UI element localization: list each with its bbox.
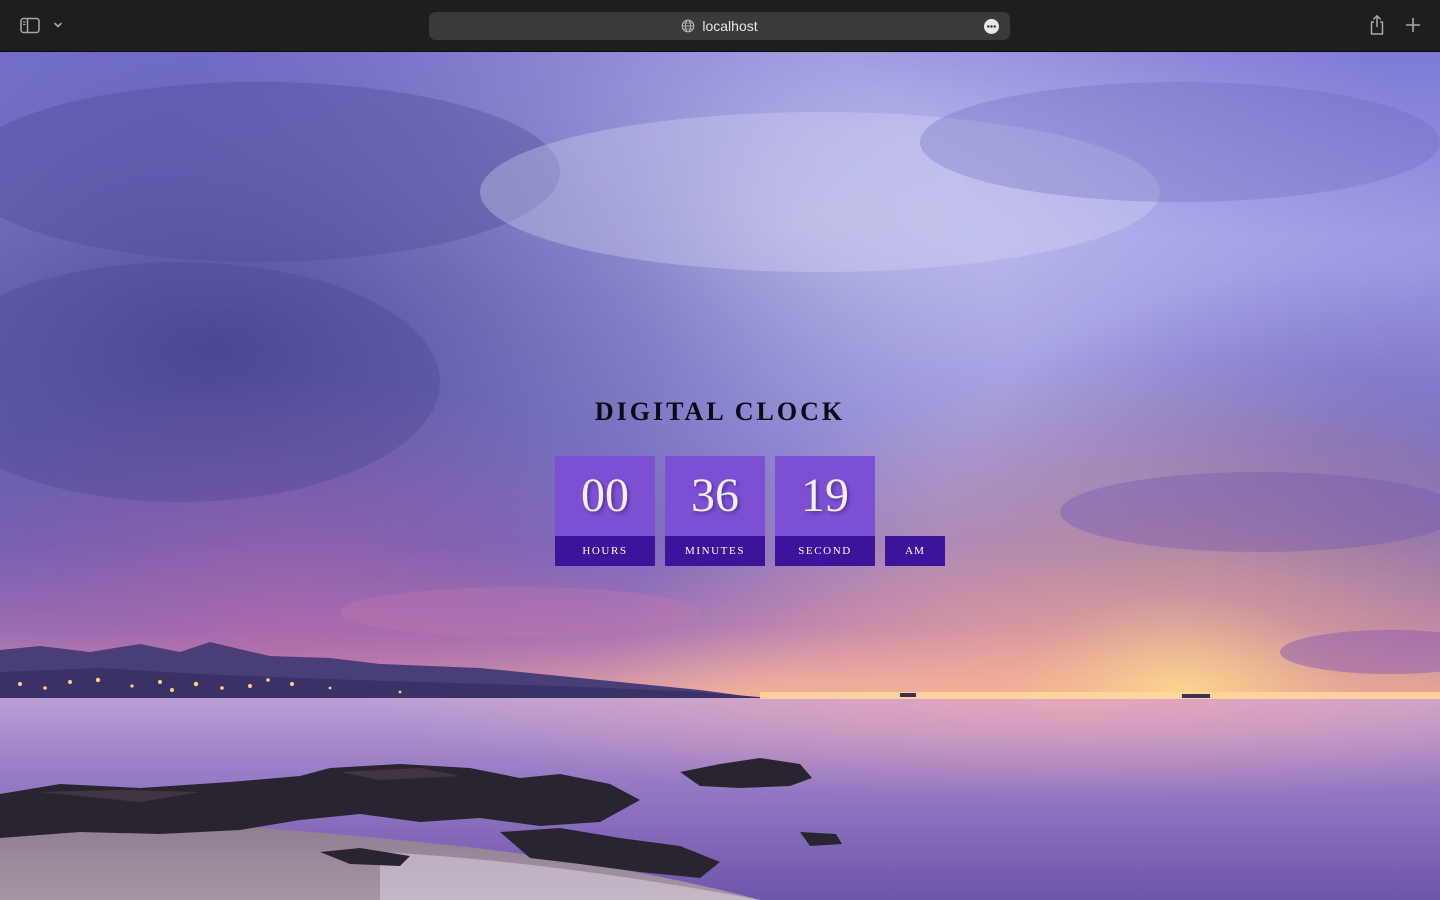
hours-label: HOURS [555,536,655,566]
period-badge: AM [885,536,945,566]
sidebar-icon[interactable] [20,17,40,34]
page-viewport: DIGITAL CLOCK 00 HOURS 36 MINUTES 19 SEC… [0,52,1440,900]
address-bar[interactable]: localhost [429,12,1010,40]
seconds-value: 19 [775,456,875,536]
browser-toolbar: localhost [0,0,1440,52]
globe-icon [681,19,695,33]
minutes-label: MINUTES [665,536,765,566]
url-text: localhost [702,18,758,34]
seconds-unit: 19 SECOND [775,456,875,566]
hours-unit: 00 HOURS [555,456,655,566]
more-icon[interactable] [984,19,999,34]
plus-icon[interactable] [1405,17,1421,33]
chevron-down-icon[interactable] [52,18,64,32]
minutes-value: 36 [665,456,765,536]
share-icon[interactable] [1368,14,1386,36]
seconds-label: SECOND [775,536,875,566]
clock-title: DIGITAL CLOCK [594,397,846,426]
minutes-unit: 36 MINUTES [665,456,765,566]
hours-value: 00 [555,456,655,536]
